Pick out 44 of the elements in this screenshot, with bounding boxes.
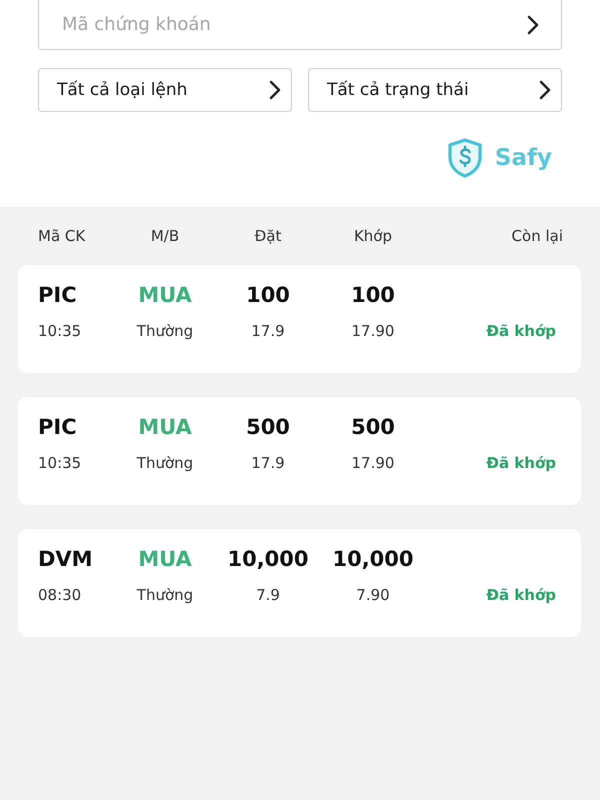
column-header: M/B	[150, 227, 180, 245]
matched-quantity: 500	[350, 415, 396, 439]
matched-price: 17.90	[350, 322, 396, 340]
stock-symbol: PIC	[38, 283, 78, 307]
order-status: Đã khớp	[485, 454, 557, 472]
order-price: 17.9	[250, 454, 286, 472]
filter-dropdown[interactable]: Tất cả loại lệnh	[38, 68, 292, 112]
order-side: MUA	[137, 415, 193, 439]
stock-code-field[interactable]: Mã chứng khoán	[62, 10, 517, 40]
logo-text: Safy	[494, 145, 552, 171]
column-header: Đặt	[254, 227, 282, 245]
chevron-right-icon	[539, 80, 551, 100]
shield-dollar-icon	[446, 138, 483, 178]
order-price: 7.9	[255, 586, 281, 604]
chevron-right-icon	[527, 14, 539, 34]
order-side: MUA	[137, 283, 193, 307]
order-side: MUA	[137, 547, 193, 571]
order-type: Thường	[136, 586, 194, 604]
matched-price: 17.90	[350, 454, 396, 472]
stock-code-selector[interactable]: Mã chứng khoán	[38, 0, 562, 50]
order-time: 10:35	[38, 454, 82, 472]
order-card[interactable]: DVM MUA 10,000 10,000 08:30 Thường 7.9 7.90 Đã khớp	[18, 529, 581, 637]
order-time: 10:35	[38, 322, 82, 340]
stock-symbol: PIC	[38, 415, 78, 439]
matched-quantity: 100	[350, 283, 396, 307]
chevron-right-icon	[269, 80, 281, 100]
order-card[interactable]: PIC MUA 100 100 10:35 Thường 17.9 17.90 Đã khớp	[18, 265, 581, 373]
stock-symbol: DVM	[38, 547, 94, 571]
order-card[interactable]: PIC MUA 500 500 10:35 Thường 17.9 17.90 Đã khớp	[18, 397, 581, 505]
filter-dropdown[interactable]: Tất cả trạng thái	[308, 68, 562, 112]
order-price: 17.9	[250, 322, 286, 340]
order-time: 08:30	[38, 586, 82, 604]
order-quantity: 500	[245, 415, 291, 439]
order-quantity: 100	[245, 283, 291, 307]
matched-price: 7.90	[355, 586, 391, 604]
order-type: Thường	[136, 454, 194, 472]
order-status: Đã khớp	[485, 586, 557, 604]
order-quantity: 10,000	[226, 547, 310, 571]
column-header: Còn lại	[510, 227, 563, 245]
column-header: Khớp	[352, 227, 394, 245]
column-header: Mã CK	[38, 227, 86, 245]
matched-quantity: 10,000	[331, 547, 415, 571]
order-status: Đã khớp	[485, 322, 557, 340]
order-type: Thường	[136, 322, 194, 340]
